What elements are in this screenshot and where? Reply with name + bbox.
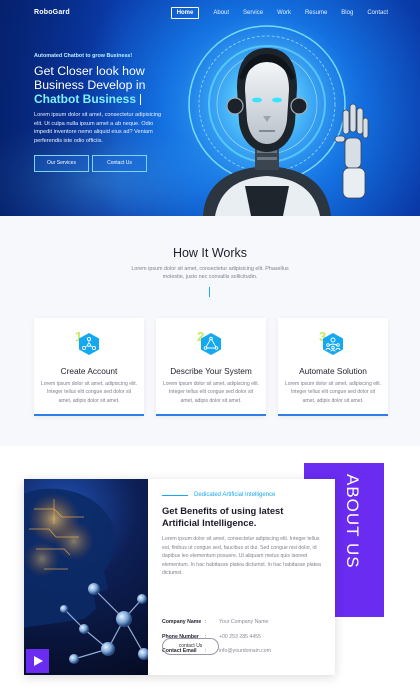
- hero-description: Lorem ipsum dolor sit amet, consectetur …: [34, 112, 162, 144]
- nav-blog[interactable]: Blog: [341, 10, 353, 16]
- how-it-works-section: How It Works Lorem ipsum dolor sit amet,…: [0, 216, 420, 446]
- step-description: Lorem ipsum dolor sit amet, adipiscing e…: [40, 381, 138, 404]
- step-description: Lorem ipsum dolor sit amet, adipiscing e…: [162, 381, 260, 404]
- about-heading-line-1: Get Benefits of using latest: [162, 505, 284, 516]
- contact-label: Company Name: [162, 619, 202, 625]
- nav-menu: Home About Service Work Resume Blog Cont…: [157, 7, 388, 19]
- about-heading-line-2: Artificial Intelligence.: [162, 517, 257, 528]
- section-divider: [209, 287, 210, 297]
- circuit-head-graphic: [24, 488, 148, 664]
- contact-value[interactable]: info@yourdomain.com: [219, 648, 271, 654]
- step-title: Automate Solution: [299, 366, 367, 376]
- network-icon: [79, 333, 99, 355]
- step-description: Lorem ipsum dolor sit amet, adipiscing e…: [284, 381, 382, 404]
- step-card-2[interactable]: 2 Describe Your System Lorem ipsum dolor…: [156, 318, 266, 416]
- about-contact-button[interactable]: contact Us: [162, 638, 219, 655]
- ai-brain-image: [24, 479, 148, 675]
- nav-work[interactable]: Work: [277, 10, 291, 16]
- nav-service[interactable]: Service: [243, 10, 263, 16]
- about-pretitle: Dedicated Artificial Intelligence: [162, 492, 275, 498]
- svg-text:AI: AI: [265, 206, 271, 212]
- our-services-button[interactable]: Our Services: [34, 155, 89, 172]
- about-us-vertical-label: ABOUT US: [343, 474, 362, 569]
- site-logo[interactable]: RoboGard: [34, 9, 70, 16]
- top-nav: RoboGard Home About Service Work Resume …: [0, 6, 420, 22]
- step-card-1[interactable]: 1 Create Account Lorem ipsum dolor sit a…: [34, 318, 144, 416]
- robot-illustration: AI: [175, 18, 369, 216]
- step-title: Describe Your System: [170, 366, 252, 376]
- team-icon: [323, 333, 343, 355]
- about-description: Lorem ipsum dolor sit amet, consectetur …: [162, 536, 321, 576]
- hero-section: RoboGard Home About Service Work Resume …: [0, 0, 420, 216]
- about-heading: Get Benefits of using latest Artificial …: [162, 505, 330, 529]
- about-section: ABOUT US Dedicated Artificial Intelligen…: [0, 446, 420, 700]
- how-it-works-subtitle: Lorem ipsum dolor sit amet, consectetur …: [131, 266, 289, 280]
- step-title: Create Account: [60, 366, 118, 376]
- play-video-button[interactable]: [26, 649, 49, 673]
- hero-buttons: Our Services Contact Us: [34, 155, 150, 172]
- contact-us-button[interactable]: Contact Us: [92, 155, 147, 172]
- steps-cards: 1 Create Account Lorem ipsum dolor sit a…: [34, 318, 388, 418]
- nav-contact[interactable]: Contact: [367, 10, 388, 16]
- hero-headline-accent: Chatbot Business: [34, 92, 184, 106]
- hero-tagline: Automated Chatbot to grow Business!: [34, 53, 133, 59]
- hero-headline-2: Business Develop in: [34, 78, 146, 92]
- nav-resume[interactable]: Resume: [305, 10, 327, 16]
- contact-value[interactable]: +00 253 285 4455: [219, 634, 261, 640]
- contact-separator: :: [205, 619, 207, 625]
- contact-value: Your Company Name: [219, 619, 269, 625]
- nav-about[interactable]: About: [213, 10, 229, 16]
- triangle-nodes-icon: [201, 333, 221, 355]
- nav-home[interactable]: Home: [170, 7, 200, 19]
- step-card-3[interactable]: 3 Automate Solution Lorem ipsum dolor si…: [278, 318, 388, 416]
- company-name-row: Company Name : Your Company Name: [162, 619, 332, 629]
- how-it-works-title: How It Works: [172, 246, 248, 260]
- hero-headline-1: Get Closer look how: [34, 64, 145, 78]
- hero-text: Automated Chatbot to grow Business! Get …: [34, 53, 184, 145]
